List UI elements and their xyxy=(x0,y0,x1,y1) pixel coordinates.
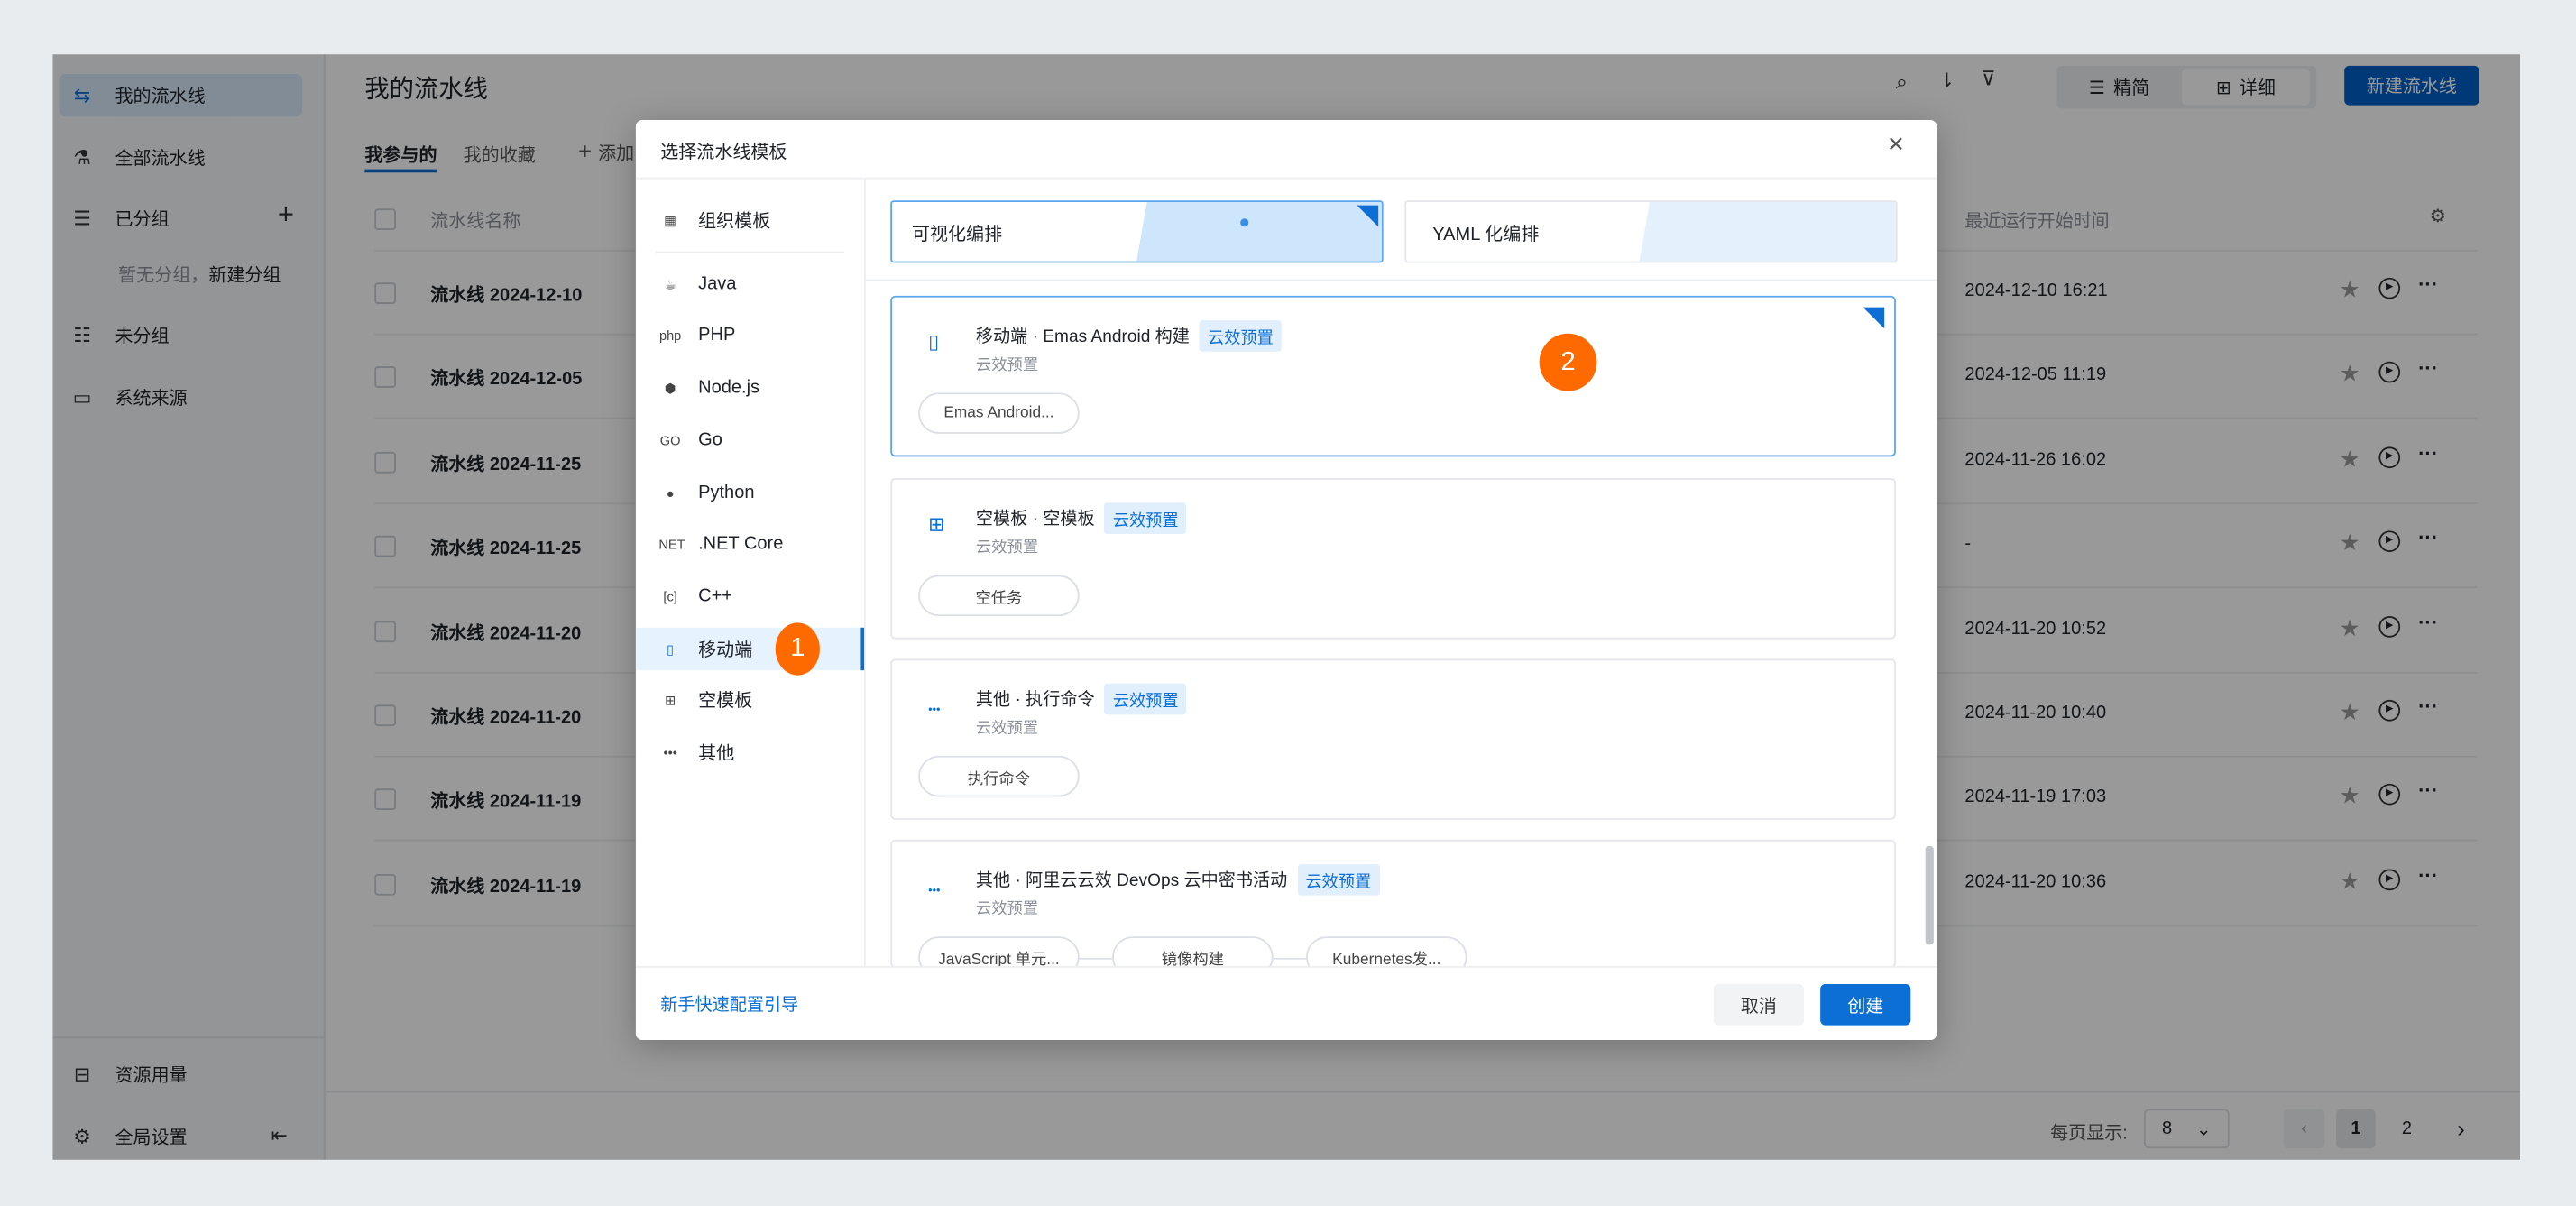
close-icon[interactable]: × xyxy=(1888,128,1904,161)
template-card[interactable]: ⊞ 空模板 · 空模板 云效预置 云效预置空任务 xyxy=(890,478,1896,640)
step-connector xyxy=(1079,957,1113,960)
php-icon: php xyxy=(658,327,682,343)
mode-divider xyxy=(864,279,1937,281)
scrollbar-thumb[interactable] xyxy=(1925,846,1934,945)
template-source: 云效预置 xyxy=(975,900,1039,919)
template-source: 云效预置 xyxy=(975,356,1039,375)
template-title: 其他 · 阿里云云效 DevOps 云中密书活动 xyxy=(975,870,1288,891)
template-card[interactable]: ▯ 移动端 · Emas Android 构建 云效预置 云效预置 Emas And… xyxy=(890,295,1896,457)
step-pill: 空任务 xyxy=(918,575,1080,617)
java-icon: ☕ xyxy=(664,276,676,292)
nav-separator xyxy=(655,251,845,253)
template-title: 空模板 · 空模板 xyxy=(975,509,1095,529)
blank-template-icon: ⊞ xyxy=(928,512,945,536)
preset-badge: 云效预置 xyxy=(1104,502,1187,534)
preset-badge: 云效预置 xyxy=(1104,683,1187,715)
nodejs-icon: ⬢ xyxy=(664,380,676,396)
nav-item-dotnet[interactable]: NET .NET Core xyxy=(636,522,864,565)
more-icon: ••• xyxy=(928,885,941,898)
create-button[interactable]: 创建 xyxy=(1820,984,1911,1026)
go-icon: GO xyxy=(659,432,681,448)
step-pill: 执行命令 xyxy=(918,755,1080,797)
header-divider xyxy=(635,177,1937,180)
nav-item-mobile[interactable]: ▯ 移动端 xyxy=(635,627,865,671)
step-connector xyxy=(1273,957,1307,960)
step-pill: Emas Android... xyxy=(918,392,1080,434)
preset-badge: 云效预置 xyxy=(1199,320,1282,352)
dotnet-icon: NET xyxy=(658,536,685,552)
yaml-illustration xyxy=(1633,202,1896,262)
nav-item-java[interactable]: ☕ Java xyxy=(636,262,864,305)
cancel-button[interactable]: 取消 xyxy=(1713,984,1804,1026)
template-title: 移动端 · Emas Android 构建 xyxy=(975,327,1190,347)
nav-item-more[interactable]: ••• 其他 xyxy=(636,732,864,774)
more-icon: ••• xyxy=(663,745,677,760)
selected-check-icon xyxy=(1357,205,1379,227)
template-card[interactable]: ••• 其他 · 阿里云云效 DevOps 云中密书活动 云效预置 云效预置 Jav… xyxy=(890,839,1896,978)
mobile-icon: ▯ xyxy=(667,641,675,657)
nav-item-nodejs[interactable]: ⬢ Node.js xyxy=(636,366,864,409)
mode-visual[interactable]: 可视化编排 xyxy=(890,200,1384,263)
step-marker-1: 1 xyxy=(775,622,820,676)
nav-divider xyxy=(864,177,866,967)
nav-item-go[interactable]: GO Go xyxy=(636,419,864,461)
template-source: 云效预置 xyxy=(975,539,1039,557)
template-card[interactable]: ••• 其他 · 执行命令 云效预置 云效预置执行命令 xyxy=(890,658,1896,820)
nav-item-blank-template[interactable]: ⊞ 空模板 xyxy=(636,678,864,721)
template-modal: 选择流水线模板 × ▦ 组织模板 ☕ Java php PHP ⬢ Node.js GO Go ● P… xyxy=(635,119,1937,1040)
quick-guide-link[interactable]: 新手快速配置引导 xyxy=(660,992,798,1017)
mobile-icon: ▯ xyxy=(928,330,940,354)
preset-badge: 云效预置 xyxy=(1297,864,1380,896)
template-title: 其他 · 执行命令 xyxy=(975,690,1095,710)
nav-item-python[interactable]: ● Python xyxy=(636,472,864,514)
more-icon: ••• xyxy=(928,704,941,717)
mode-yaml[interactable]: YAML 化编排 xyxy=(1404,200,1898,263)
modal-footer: 新手快速配置引导 取消 创建 xyxy=(635,966,1937,1040)
visual-illustration xyxy=(1130,202,1382,262)
grid-icon: ▦ xyxy=(664,212,677,228)
nav-item-cpp[interactable]: [c] C++ xyxy=(636,575,864,618)
modal-title: 选择流水线模板 xyxy=(660,143,787,163)
template-source: 云效预置 xyxy=(975,719,1039,738)
selected-check-icon xyxy=(1863,307,1885,329)
cpp-icon: [c] xyxy=(663,588,677,604)
blank-template-icon: ⊞ xyxy=(665,692,676,708)
python-icon: ● xyxy=(666,485,675,501)
nav-item-php[interactable]: php PHP xyxy=(636,314,864,356)
step-marker-2: 2 xyxy=(1539,333,1597,391)
nav-item-grid[interactable]: ▦ 组织模板 xyxy=(636,198,864,241)
